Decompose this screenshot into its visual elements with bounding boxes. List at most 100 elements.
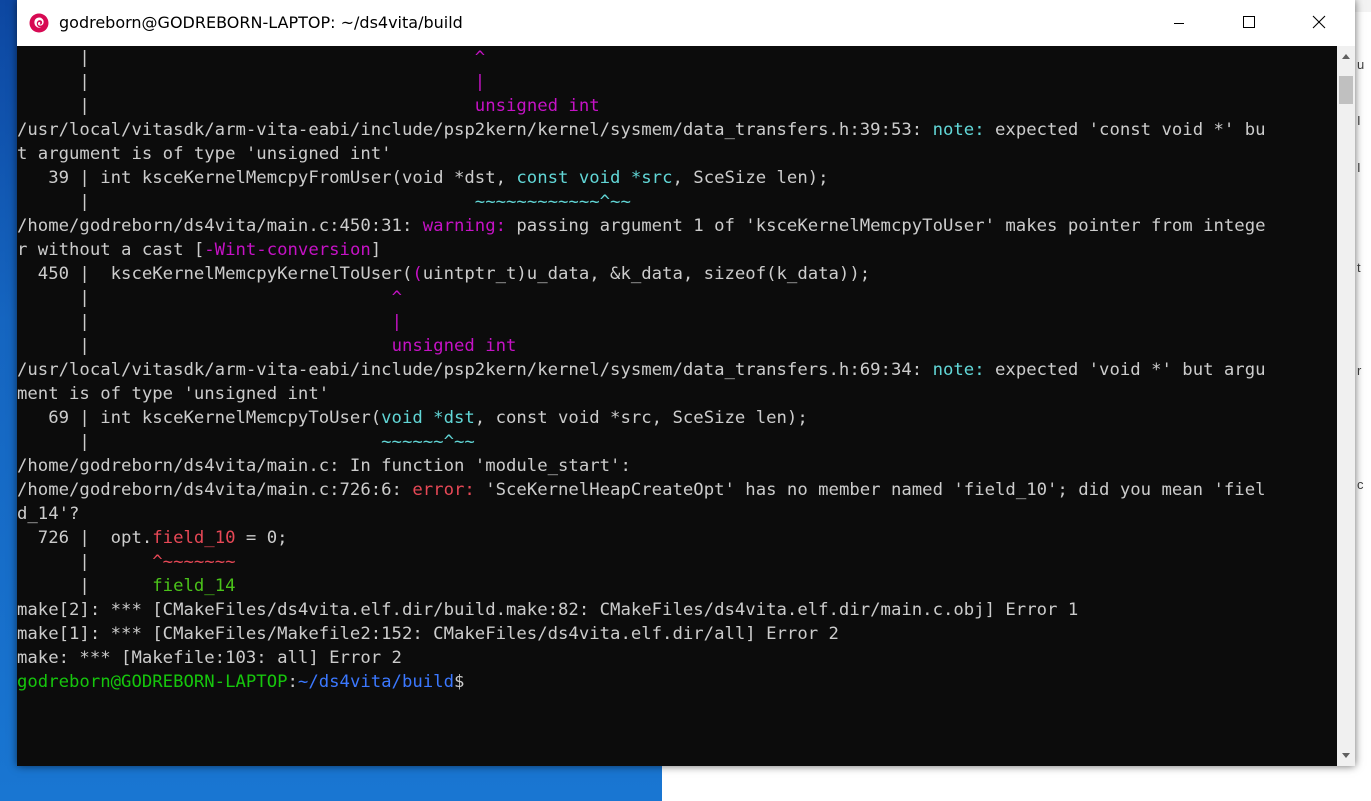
terminal-text-segment: : <box>287 672 298 692</box>
vertical-scrollbar[interactable] <box>1337 46 1355 766</box>
terminal-line: | | <box>17 310 402 334</box>
terminal-text-segment: 'SceKernelHeapCreateOpt' has no member n… <box>474 480 1266 500</box>
terminal-line: ment is of type 'unsigned int' <box>17 382 329 406</box>
terminal-line: | ^ <box>17 286 402 310</box>
terminal-text-segment: ( <box>412 264 423 284</box>
terminal-text-segment: 69 | int ksceKernelMemcpyToUser( <box>17 408 382 428</box>
debian-swirl-icon <box>29 13 49 33</box>
terminal-line: godreborn@GODREBORN-LAPTOP:~/ds4vita/bui… <box>17 670 464 694</box>
terminal-line: /home/godreborn/ds4vita/main.c: In funct… <box>17 454 631 478</box>
terminal-line: /home/godreborn/ds4vita/main.c:450:31: w… <box>17 214 1266 238</box>
terminal-line: 450 | ksceKernelMemcpyKernelToUser((uint… <box>17 262 870 286</box>
terminal-text-segment: note: <box>932 120 985 140</box>
terminal-text-segment: | <box>17 552 153 572</box>
background-glyph: c <box>1357 477 1364 492</box>
terminal-text-segment: ^ <box>474 48 486 68</box>
terminal-text-segment: , SceSize len); <box>672 168 829 188</box>
terminal-text-segment: void *dst <box>381 408 475 428</box>
terminal-text-segment: note: <box>932 360 985 380</box>
terminal-text-segment: const void *src <box>516 168 673 188</box>
terminal-text-segment: /home/godreborn/ds4vita/main.c:726:6: <box>17 480 413 500</box>
window-title: godreborn@GODREBORN-LAPTOP: ~/ds4vita/bu… <box>59 13 463 32</box>
terminal-text-segment: = 0; <box>235 528 288 548</box>
terminal-text-segment: -Wint-conversion <box>204 240 371 260</box>
scrollbar-thumb[interactable] <box>1339 76 1353 104</box>
close-button[interactable] <box>1284 0 1354 46</box>
terminal-text-segment: make[1]: *** [CMakeFiles/Makefile2:152: … <box>17 624 839 644</box>
background-window-edge: u I I t r c <box>1355 45 1371 766</box>
terminal-line: | unsigned int <box>17 94 600 118</box>
terminal-line: /home/godreborn/ds4vita/main.c:726:6: er… <box>17 478 1266 502</box>
background-glyph: u <box>1357 57 1365 72</box>
close-icon <box>1312 14 1326 33</box>
terminal-line: /usr/local/vitasdk/arm-vita-eabi/include… <box>17 358 1266 382</box>
terminal-line: 726 | opt.field_10 = 0; <box>17 526 288 550</box>
terminal-text-segment: | <box>17 576 153 596</box>
terminal-text-segment: error: <box>412 480 475 500</box>
terminal-line: d_14'? <box>17 502 79 526</box>
terminal-line: make[2]: *** [CMakeFiles/ds4vita.elf.dir… <box>17 598 1078 622</box>
terminal-text-segment: | <box>17 288 392 308</box>
terminal-text-segment: | <box>474 72 486 92</box>
terminal-text-segment: make: *** [Makefile:103: all] Error 2 <box>17 648 402 668</box>
terminal-text-segment: passing argument 1 of 'ksceKernelMemcpyT… <box>506 216 1266 236</box>
scroll-up-arrow[interactable] <box>1337 48 1355 66</box>
terminal-text-segment: t argument is of type 'unsigned int' <box>17 144 392 164</box>
terminal-text-segment: expected 'void *' but argu <box>984 360 1266 380</box>
terminal-line: | | <box>17 70 485 94</box>
title-bar[interactable]: godreborn@GODREBORN-LAPTOP: ~/ds4vita/bu… <box>17 0 1355 47</box>
terminal-line: /usr/local/vitasdk/arm-vita-eabi/include… <box>17 118 1266 142</box>
terminal-text-segment: | <box>17 432 382 452</box>
terminal-text-segment: | <box>17 96 475 116</box>
terminal-text-segment: /usr/local/vitasdk/arm-vita-eabi/include… <box>17 120 933 140</box>
terminal-line: r without a cast [-Wint-conversion] <box>17 238 381 262</box>
terminal-text-segment: | <box>17 72 475 92</box>
terminal-text-segment: ] <box>370 240 382 260</box>
terminal-text-segment: 39 | int ksceKernelMemcpyFromUser(void *… <box>17 168 517 188</box>
terminal-text-segment: ~/ds4vita/build <box>297 672 454 692</box>
terminal-text-segment: 450 | ksceKernelMemcpyKernelToUser( <box>17 264 413 284</box>
terminal-text-segment: | <box>17 192 475 212</box>
terminal-line: t argument is of type 'unsigned int' <box>17 142 392 166</box>
terminal-line: | ^~~~~~~~ <box>17 550 235 574</box>
terminal-line: 69 | int ksceKernelMemcpyToUser(void *ds… <box>17 406 808 430</box>
terminal-text-segment: r without a cast [ <box>17 240 205 260</box>
terminal-text-segment: | <box>17 336 392 356</box>
terminal-output[interactable]: | ^ | | | unsigned int/usr/local/vitasdk… <box>17 46 1337 766</box>
terminal-text-segment: expected 'const void *' bu <box>984 120 1266 140</box>
terminal-text-segment: | <box>17 312 392 332</box>
terminal-line: | field_14 <box>17 574 236 598</box>
terminal-text-segment: /usr/local/vitasdk/arm-vita-eabi/include… <box>17 360 933 380</box>
terminal-text-segment: ~~~~~~^~~ <box>381 432 475 452</box>
terminal-text-segment: godreborn@GODREBORN-LAPTOP <box>17 672 288 692</box>
terminal-text-segment: unsigned int <box>474 96 600 116</box>
terminal-line: 39 | int ksceKernelMemcpyFromUser(void *… <box>17 166 829 190</box>
terminal-line: | unsigned int <box>17 334 516 358</box>
minimize-button[interactable] <box>1144 0 1214 46</box>
maximize-icon <box>1242 14 1256 33</box>
terminal-text-segment: $ <box>454 672 465 692</box>
terminal-text-segment: | <box>17 48 475 68</box>
terminal-line: | ~~~~~~^~~ <box>17 430 475 454</box>
terminal-text-segment: d_14'? <box>17 504 80 524</box>
terminal-window[interactable]: godreborn@GODREBORN-LAPTOP: ~/ds4vita/bu… <box>17 0 1355 766</box>
terminal-text-segment: make[2]: *** [CMakeFiles/ds4vita.elf.dir… <box>17 600 1079 620</box>
background-glyph: r <box>1357 363 1362 378</box>
terminal-text-segment: | <box>391 312 402 332</box>
minimize-icon <box>1173 14 1185 33</box>
terminal-text-segment: field_14 <box>152 576 236 596</box>
terminal-text-segment: ment is of type 'unsigned int' <box>17 384 330 404</box>
terminal-line: | ~~~~~~~~~~~~^~~ <box>17 190 630 214</box>
background-glyph: I <box>1357 113 1361 128</box>
terminal-text-segment: , const void *src, SceSize len); <box>474 408 808 428</box>
terminal-line: | ^ <box>17 46 485 70</box>
terminal-text-segment: field_10 <box>152 528 236 548</box>
background-glyph: I <box>1357 160 1361 175</box>
scroll-down-arrow[interactable] <box>1337 746 1355 764</box>
terminal-text-segment: 726 | opt. <box>17 528 153 548</box>
terminal-text-segment: /home/godreborn/ds4vita/main.c: In funct… <box>17 456 631 476</box>
terminal-text-segment: uintptr_t)u_data, &k_data, sizeof(k_data… <box>422 264 871 284</box>
background-glyph: t <box>1357 260 1361 275</box>
maximize-button[interactable] <box>1214 0 1284 46</box>
terminal-text-segment: /home/godreborn/ds4vita/main.c:450:31: <box>17 216 423 236</box>
